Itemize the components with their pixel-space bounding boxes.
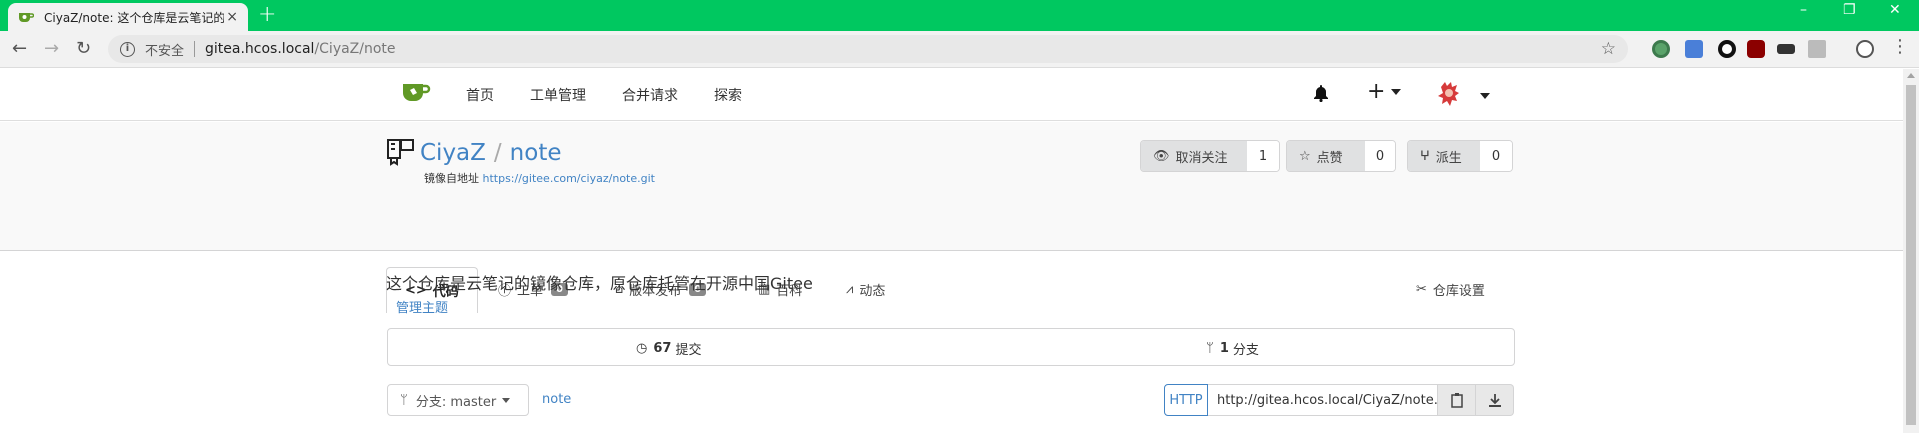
unwatch-label: 取消关注 <box>1175 150 1228 166</box>
tab-settings[interactable]: ✂ 仓库设置 <box>1416 267 1485 312</box>
repo-name-link[interactable]: note <box>510 140 562 166</box>
tab-activity-label: 动态 <box>859 284 886 299</box>
star-count[interactable]: 0 <box>1365 141 1395 171</box>
insecure-label: 不安全 <box>145 43 185 59</box>
url-host: gitea.hcos.local <box>205 41 315 57</box>
download-button[interactable] <box>1476 384 1514 416</box>
repo-title-separator: / <box>493 140 502 166</box>
breadcrumb-repo-link[interactable]: note <box>542 392 571 407</box>
download-icon <box>1488 394 1501 407</box>
reload-icon[interactable]: ↻ <box>76 38 91 59</box>
mirror-url-link[interactable]: https://gitee.com/ciyaz/note.git <box>483 172 655 185</box>
new-tab-button[interactable]: + <box>258 2 276 27</box>
star-label: 点赞 <box>1316 150 1343 166</box>
minimize-icon[interactable]: – <box>1800 2 1807 18</box>
browser-tab[interactable]: CiyaZ/note: 这个仓库是云笔记的 × <box>8 3 248 31</box>
extension-icon-6[interactable] <box>1808 40 1826 58</box>
bookmark-star-icon[interactable]: ☆ <box>1601 39 1616 59</box>
page-scrollbar[interactable] <box>1903 69 1919 433</box>
pulse-icon: ⩘ <box>846 282 854 297</box>
tools-icon: ✂ <box>1416 282 1427 297</box>
address-bar[interactable]: i 不安全 gitea.hcos.local /CiyaZ/note ☆ <box>108 35 1628 63</box>
user-menu-chevron-icon[interactable] <box>1480 93 1490 99</box>
translate-extension-icon[interactable] <box>1685 40 1703 58</box>
nav-issues[interactable]: 工单管理 <box>530 85 586 105</box>
tab-settings-label: 仓库设置 <box>1432 284 1485 299</box>
branches-count: 1 <box>1219 341 1229 356</box>
branch-selector-label: 分支: master <box>415 394 497 410</box>
omnibox-divider <box>194 41 196 57</box>
close-window-icon[interactable]: ✕ <box>1889 2 1901 18</box>
ublock-icon[interactable] <box>1747 40 1765 58</box>
top-navigation: 首页 工单管理 合并请求 探索 + <box>0 69 1903 121</box>
plus-icon: + <box>1367 79 1386 104</box>
gitea-logo-icon[interactable] <box>401 81 431 107</box>
extension-icon-3[interactable] <box>1718 40 1736 58</box>
star-button[interactable]: ☆ 点赞 0 <box>1286 140 1396 172</box>
mirror-repo-icon <box>386 138 416 172</box>
eye-icon: 👁 <box>1153 148 1170 164</box>
restore-icon[interactable]: ❐ <box>1843 2 1856 18</box>
watch-count[interactable]: 1 <box>1247 141 1279 171</box>
avatar[interactable] <box>1437 81 1461 107</box>
profile-icon[interactable] <box>1856 40 1874 58</box>
nav-home[interactable]: 首页 <box>466 85 494 105</box>
fork-icon: ⵖ <box>1420 148 1430 164</box>
branches-stat[interactable]: ᛘ 1 分支 <box>1206 339 1259 358</box>
fork-button[interactable]: ⵖ 派生 0 <box>1407 140 1513 172</box>
star-icon: ☆ <box>1299 148 1311 164</box>
git-branch-icon: ᛘ <box>1206 341 1214 356</box>
browser-tabstrip: CiyaZ/note: 这个仓库是云笔记的 × + – ❐ ✕ <box>0 0 1919 31</box>
commits-stat[interactable]: ◷ 67 提交 <box>636 339 701 358</box>
forward-icon[interactable]: → <box>44 38 59 59</box>
clone-protocol-button[interactable]: HTTP <box>1164 384 1208 416</box>
extension-icon-1[interactable] <box>1652 40 1670 58</box>
browser-toolbar: ← → ↻ i 不安全 gitea.hcos.local /CiyaZ/note… <box>0 31 1919 68</box>
copy-clone-url-button[interactable] <box>1438 384 1476 416</box>
fork-label: 派生 <box>1435 150 1462 166</box>
tab-activity[interactable]: ⩘ 动态 <box>846 267 885 312</box>
clipboard-icon <box>1450 393 1463 408</box>
git-branch-icon: ᛘ <box>400 392 408 408</box>
unwatch-button[interactable]: 👁 取消关注 1 <box>1140 140 1280 172</box>
tab-close-icon[interactable]: × <box>226 9 238 25</box>
repo-owner-link[interactable]: CiyaZ <box>420 140 486 166</box>
branch-selector[interactable]: ᛘ 分支: master <box>387 384 529 416</box>
mirror-label: 镜像自地址 <box>424 172 479 185</box>
fork-count[interactable]: 0 <box>1480 141 1512 171</box>
back-icon[interactable]: ← <box>12 38 27 59</box>
browser-menu-icon[interactable]: ⋮ <box>1891 36 1909 57</box>
repo-title: CiyaZ / note <box>420 140 562 166</box>
extension-mask-icon[interactable] <box>1777 44 1795 54</box>
chevron-down-icon <box>502 397 511 403</box>
nav-pull-requests[interactable]: 合并请求 <box>622 85 678 105</box>
repo-header: CiyaZ / note 镜像自地址 https://gitee.com/ciyaz… <box>0 122 1903 313</box>
nav-explore[interactable]: 探索 <box>714 85 742 105</box>
url-path: /CiyaZ/note <box>314 41 396 57</box>
chevron-down-icon <box>1391 88 1402 95</box>
history-icon: ◷ <box>636 341 648 356</box>
notification-bell-icon[interactable] <box>1313 84 1329 106</box>
branches-label: 分支 <box>1232 343 1259 358</box>
repo-stats-bar: ◷ 67 提交 ᛘ 1 分支 <box>387 328 1515 366</box>
mirror-source: 镜像自地址 https://gitee.com/ciyaz/note.git <box>424 170 655 186</box>
create-menu[interactable]: + <box>1367 79 1402 104</box>
repo-description: 这个仓库是云笔记的镜像仓库，原仓库托管在开源中国Gitee <box>386 274 813 293</box>
tab-title: CiyaZ/note: 这个仓库是云笔记的 <box>44 10 224 25</box>
manage-topics-link[interactable]: 管理主题 <box>396 297 448 316</box>
info-icon[interactable]: i <box>120 41 135 57</box>
commits-label: 提交 <box>675 343 702 358</box>
commits-count: 67 <box>653 341 672 356</box>
page-content: 首页 工单管理 合并请求 探索 + CiyaZ / note 镜像自地址 https… <box>0 69 1903 433</box>
gitea-favicon-icon <box>18 9 34 25</box>
clone-url-input[interactable]: http://gitea.hcos.local/CiyaZ/note.git <box>1208 384 1438 416</box>
scroll-up-icon[interactable] <box>1907 73 1915 78</box>
clone-panel: HTTP http://gitea.hcos.local/CiyaZ/note.… <box>1164 384 1514 416</box>
scrollbar-thumb[interactable] <box>1906 85 1916 425</box>
